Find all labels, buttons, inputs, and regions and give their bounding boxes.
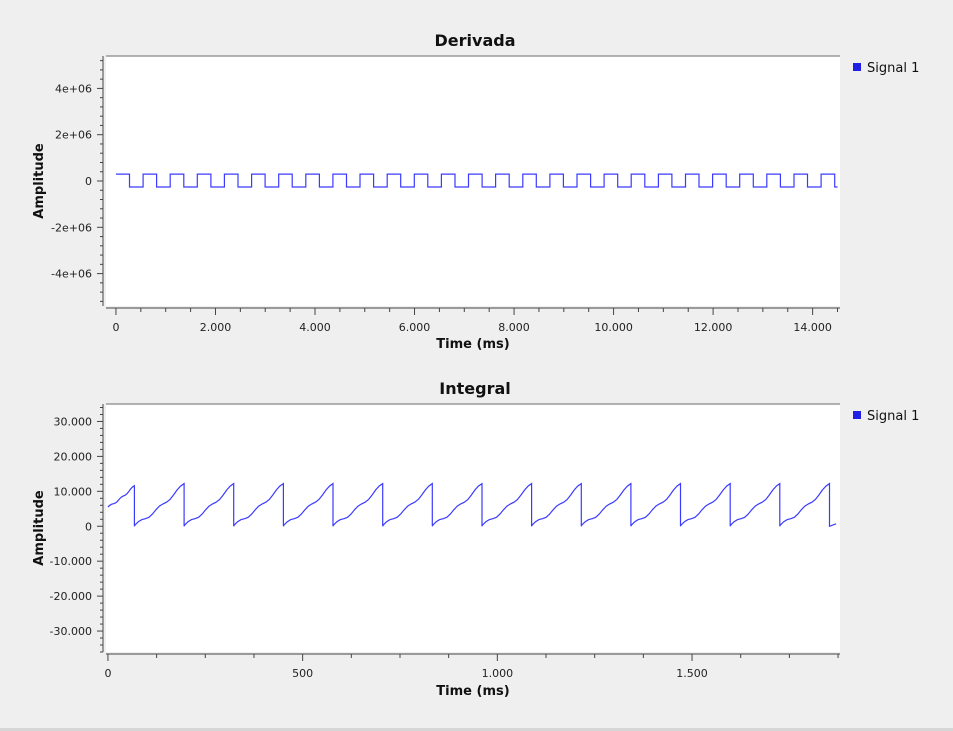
x-tick-label: 8.000: [498, 321, 530, 334]
x-axis-label: Time (ms): [436, 337, 509, 352]
chart-2: Integral 30.000 20.000 10.000 0 -10.000 -20.00…: [32, 379, 919, 699]
x-tick-label: 2.000: [200, 321, 232, 334]
y-tick-label: 10.000: [54, 485, 93, 498]
y-tick-label: -20.000: [50, 590, 92, 603]
y-axis-label: Amplitude: [32, 143, 47, 219]
chart-title: Integral: [439, 379, 510, 398]
y-tick-label: -30.000: [50, 625, 92, 638]
plot-area: [106, 56, 840, 306]
x-tick-label: 12.000: [694, 321, 733, 334]
legend-swatch: [853, 63, 861, 71]
y-axis-label: Amplitude: [32, 490, 47, 566]
y-tick-label: 30.000: [54, 415, 93, 428]
x-tick-label: 6.000: [399, 321, 431, 334]
chart-title: Derivada: [435, 31, 516, 50]
y-tick-label: -2e+06: [51, 221, 92, 234]
x-axis-label: Time (ms): [436, 684, 509, 699]
y-tick-label: 0: [85, 175, 92, 188]
y-tick-label: 0: [85, 520, 92, 533]
x-tick-label: 1.500: [676, 667, 708, 680]
y-tick-label: -10.000: [50, 555, 92, 568]
charts-canvas: Derivada 4e+06 2e+06 0 -2e+06 -4e+06 0 2.000 4.0…: [32, 31, 919, 699]
chart-1: Derivada 4e+06 2e+06 0 -2e+06 -4e+06 0 2.000 4.0…: [32, 31, 919, 352]
legend-label[interactable]: Signal 1: [867, 61, 919, 76]
y-tick-label: 2e+06: [55, 129, 92, 142]
y-tick-label: 4e+06: [55, 82, 92, 95]
legend-label[interactable]: Signal 1: [867, 409, 919, 424]
x-tick-label: 500: [292, 667, 313, 680]
plot-area: [106, 404, 840, 652]
x-tick-label: 14.000: [793, 321, 832, 334]
legend-swatch: [853, 411, 861, 419]
x-tick-label: 0: [104, 667, 111, 680]
x-tick-label: 0: [112, 321, 119, 334]
x-tick-label: 1.000: [482, 667, 514, 680]
y-tick-label: -4e+06: [51, 268, 92, 281]
y-tick-label: 20.000: [54, 450, 93, 463]
x-tick-label: 10.000: [594, 321, 633, 334]
x-tick-label: 4.000: [299, 321, 331, 334]
